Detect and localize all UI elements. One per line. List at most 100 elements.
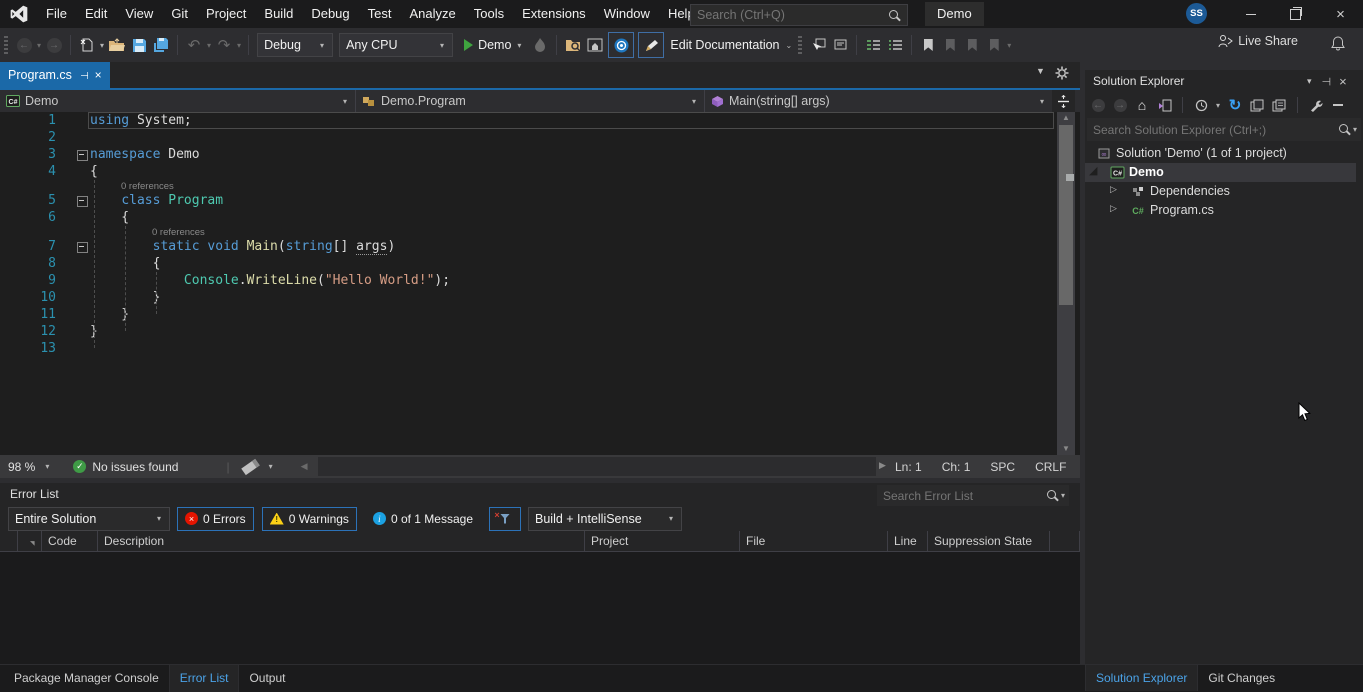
hot-reload-button[interactable]	[529, 33, 551, 57]
account-avatar[interactable]: SS	[1186, 3, 1207, 24]
code-line[interactable]: static void Main(string[] args)	[90, 238, 395, 255]
code-line[interactable]: {	[90, 163, 98, 180]
home-icon[interactable]: ⌂	[1133, 96, 1151, 114]
comment-lines-button[interactable]	[862, 33, 884, 57]
scrollbar-thumb[interactable]	[1059, 125, 1073, 305]
menu-edit[interactable]: Edit	[76, 0, 116, 28]
warnings-filter-button[interactable]: ! 0 Warnings	[262, 507, 357, 531]
start-window-button[interactable]	[584, 33, 606, 57]
errors-filter-button[interactable]: × 0 Errors	[177, 507, 254, 531]
feedback-title-chip[interactable]: Demo	[925, 2, 984, 26]
save-all-button[interactable]	[150, 33, 172, 57]
refresh-icon[interactable]: ↻	[1226, 96, 1244, 114]
previous-bookmark-button[interactable]	[939, 33, 961, 57]
code-cleanup-dropdown[interactable]: ▾	[269, 462, 273, 471]
solution-configuration-select[interactable]: Debug▾	[257, 33, 333, 57]
error-column-file[interactable]: File	[740, 531, 888, 551]
close-button[interactable]: ×	[1318, 0, 1363, 28]
toggle-bookmark-button[interactable]	[917, 33, 939, 57]
panel-tab-output[interactable]: Output	[239, 665, 295, 692]
search-icon[interactable]	[888, 9, 901, 22]
menu-file[interactable]: File	[37, 0, 76, 28]
bookmarks-overflow[interactable]: ▾	[1007, 41, 1011, 50]
line-ending-indicator[interactable]: CRLF	[1035, 460, 1066, 474]
open-file-button[interactable]	[106, 33, 128, 57]
scope-filter-select[interactable]: Entire Solution▾	[8, 507, 170, 531]
member-dropdown[interactable]: Main(string[] args)▾	[705, 90, 1052, 112]
line-number[interactable]: 5	[0, 192, 56, 209]
source-filter-select[interactable]: Build + IntelliSense▾	[528, 507, 682, 531]
save-button[interactable]	[128, 33, 150, 57]
menu-tools[interactable]: Tools	[465, 0, 513, 28]
code-line[interactable]: }	[90, 306, 129, 323]
solution-explorer-search-box[interactable]: ▾	[1087, 118, 1361, 141]
code-line[interactable]: {	[90, 209, 129, 226]
error-column-description[interactable]: Description	[98, 531, 585, 551]
fold-collapse-icon[interactable]	[77, 196, 88, 207]
code-line[interactable]: using System;	[90, 112, 192, 129]
tree-item-solution-demo-1-of-1-project-[interactable]: ∞Solution 'Demo' (1 of 1 project)	[1085, 144, 1356, 163]
panel-tab-error-list[interactable]: Error List	[169, 665, 240, 692]
error-column-icon-8[interactable]	[1050, 531, 1080, 551]
navigate-backward-dropdown[interactable]: ▾	[37, 41, 41, 50]
line-number[interactable]: 4	[0, 163, 56, 180]
undo-dropdown[interactable]: ▾	[207, 41, 211, 50]
line-number[interactable]: 12	[0, 323, 56, 340]
menu-build[interactable]: Build	[255, 0, 302, 28]
type-dropdown[interactable]: Demo.Program▾	[356, 90, 705, 112]
search-dropdown[interactable]: ▾	[1353, 125, 1357, 134]
close-panel-icon[interactable]: ×	[1339, 74, 1347, 89]
error-column-line[interactable]: Line	[888, 531, 928, 551]
menu-test[interactable]: Test	[359, 0, 401, 28]
notifications-button[interactable]	[1331, 36, 1345, 54]
redo-dropdown[interactable]: ▾	[237, 41, 241, 50]
minimize-button[interactable]	[1228, 0, 1273, 28]
codelens-references[interactable]: 0 references	[121, 181, 174, 192]
error-search-input[interactable]	[877, 489, 1046, 503]
solution-platform-select[interactable]: Any CPU▾	[339, 33, 453, 57]
quick-info-button[interactable]	[807, 33, 829, 57]
back-button[interactable]: ←	[1089, 96, 1107, 114]
window-position-dropdown[interactable]: ▾	[1307, 76, 1312, 87]
active-files-dropdown[interactable]: ▼	[1036, 66, 1045, 80]
next-bookmark-button[interactable]	[961, 33, 983, 57]
split-editor-button[interactable]	[1052, 90, 1075, 112]
panel-tab-solution-explorer[interactable]: Solution Explorer	[1085, 665, 1198, 691]
toolbar-grip-2[interactable]	[798, 36, 802, 54]
tree-item-program-cs[interactable]: ▷C#Program.cs	[1085, 201, 1356, 220]
search-icon[interactable]	[1338, 123, 1351, 136]
hscroll-left-icon[interactable]: ◀	[301, 461, 308, 472]
redo-button[interactable]: ↷	[213, 33, 235, 57]
parameter-info-button[interactable]	[829, 33, 851, 57]
line-number[interactable]: 9	[0, 272, 56, 289]
new-file-button[interactable]	[76, 33, 98, 57]
tree-item-demo[interactable]: ◢C#Demo	[1085, 163, 1356, 182]
tree-item-dependencies[interactable]: ▷Dependencies	[1085, 182, 1356, 201]
start-debugging-dropdown[interactable]: ▾	[517, 41, 521, 50]
messages-filter-button[interactable]: i 0 of 1 Message	[365, 507, 481, 531]
uncomment-lines-button[interactable]	[884, 33, 906, 57]
navigate-forward-button[interactable]: →	[43, 33, 65, 57]
scroll-up-icon[interactable]: ▲	[1057, 112, 1075, 124]
fold-collapse-icon[interactable]	[77, 242, 88, 253]
line-number[interactable]: 8	[0, 255, 56, 272]
fold-collapse-icon[interactable]	[77, 150, 88, 161]
scroll-down-icon[interactable]: ▼	[1057, 443, 1075, 455]
filter-button[interactable]: ×	[489, 507, 521, 531]
pin-panel-icon[interactable]: ⊤	[1319, 77, 1332, 87]
menu-debug[interactable]: Debug	[302, 0, 358, 28]
properties-button[interactable]	[1307, 96, 1325, 114]
line-number[interactable]: 7	[0, 238, 56, 255]
line-number[interactable]: 6	[0, 209, 56, 226]
column-filter-icon[interactable]: ◥	[24, 541, 35, 547]
codelens-options-button[interactable]	[608, 32, 634, 58]
find-in-files-button[interactable]	[562, 33, 584, 57]
line-number[interactable]: 13	[0, 340, 56, 357]
editor-horizontal-scrollbar[interactable]	[318, 457, 876, 476]
code-line[interactable]: namespace Demo	[90, 146, 200, 163]
code-editor[interactable]: 1using System;23namespace Demo4{0 refere…	[0, 112, 1057, 455]
restore-button[interactable]	[1273, 0, 1318, 28]
error-column-suppression-state[interactable]: Suppression State	[928, 531, 1050, 551]
error-column-code[interactable]: Code	[42, 531, 98, 551]
line-number[interactable]: 1	[0, 112, 56, 129]
